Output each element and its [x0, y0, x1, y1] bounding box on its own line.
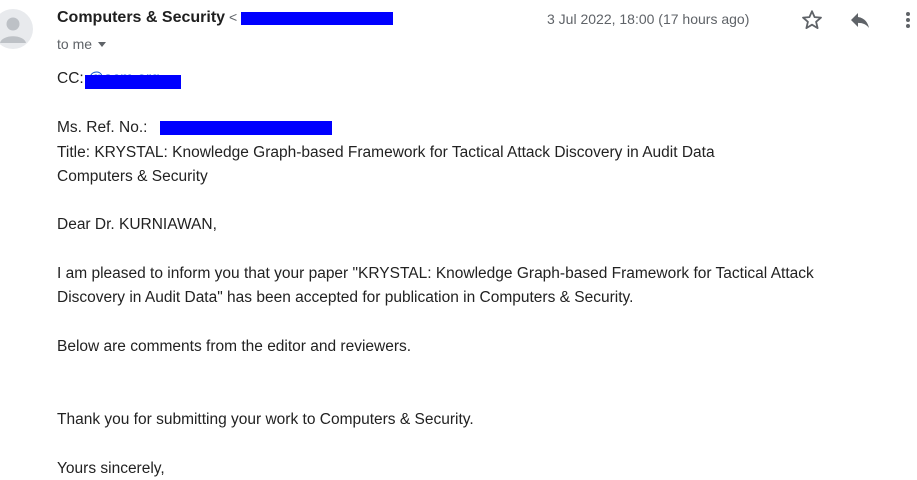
ref-line: Ms. Ref. No.:	[57, 116, 332, 140]
reply-arrow-icon	[851, 13, 869, 28]
cc-label: CC:	[57, 70, 88, 87]
chevron-down-icon[interactable]	[98, 41, 107, 47]
reply-button[interactable]	[848, 8, 872, 32]
closing: Yours sincerely,	[57, 460, 165, 477]
more-vertical-icon	[906, 12, 910, 28]
star-outline-icon	[802, 10, 822, 29]
paragraph: Thank you for submitting your work to Co…	[57, 411, 474, 428]
journal-line: Computers & Security	[57, 168, 208, 185]
paragraph-line: Discovery in Audit Data" has been accept…	[57, 289, 634, 306]
title-line: Title: KRYSTAL: Knowledge Graph-based Fr…	[57, 144, 715, 161]
cc-line: CC: @acm.org	[57, 67, 181, 91]
recipients-toggle[interactable]: to me	[57, 36, 107, 52]
paragraph-line: I am pleased to inform you that your pap…	[57, 265, 814, 282]
sender-name[interactable]: Computers & Security	[57, 9, 225, 27]
redaction-mark	[85, 75, 181, 89]
sender-email: < .com>	[229, 9, 394, 25]
sender-line: Computers & Security < .com>	[57, 9, 394, 29]
person-avatar-icon[interactable]	[0, 9, 33, 49]
redaction-mark	[160, 121, 332, 135]
redaction-mark	[241, 12, 394, 25]
to-label: to me	[57, 36, 93, 52]
email-date: 3 Jul 2022, 18:00 (17 hours ago)	[547, 11, 750, 27]
greeting: Dear Dr. KURNIAWAN,	[57, 216, 217, 233]
email-view: Computers & Security < .com> 3 Jul 2022,…	[0, 0, 917, 480]
ref-label: Ms. Ref. No.:	[57, 119, 148, 136]
paragraph: Below are comments from the editor and r…	[57, 338, 412, 355]
star-button[interactable]	[800, 8, 824, 32]
cc-email-link[interactable]: @acm.org	[85, 70, 181, 89]
more-options-button[interactable]	[896, 8, 917, 32]
